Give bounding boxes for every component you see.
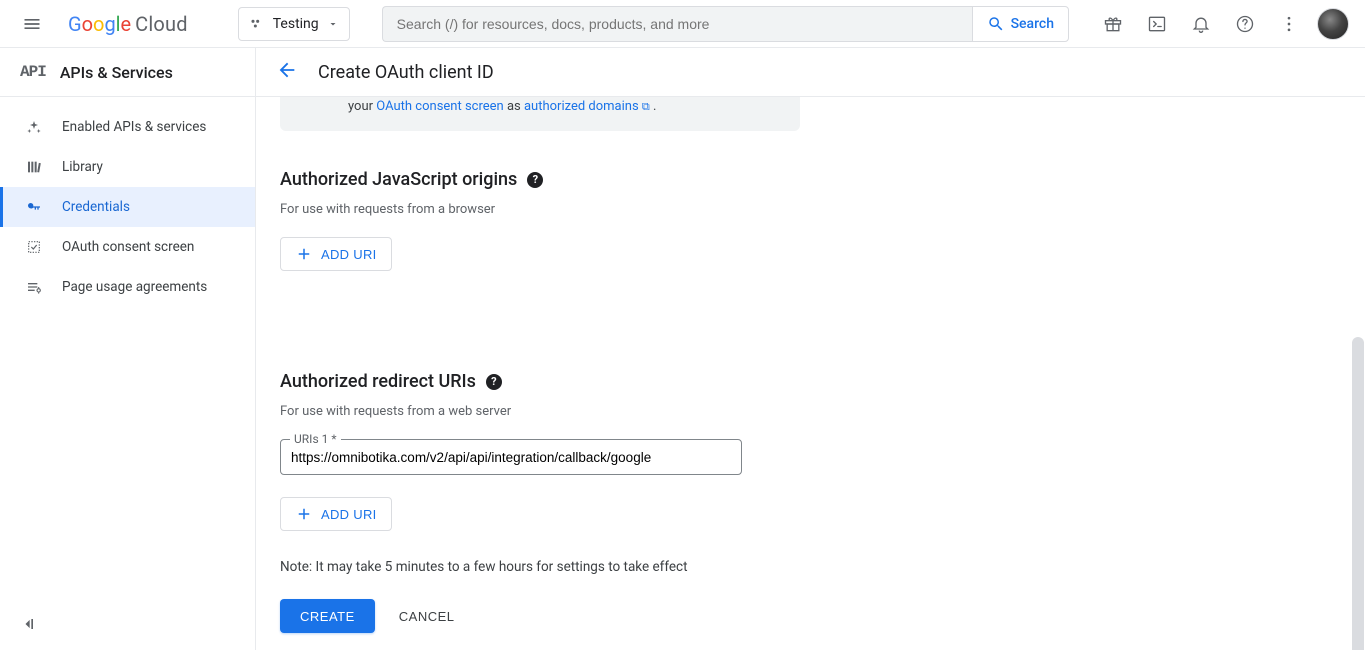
terminal-icon xyxy=(1147,14,1167,34)
sidebar-item-label: Page usage agreements xyxy=(62,279,207,295)
sidebar-item-enabled-apis[interactable]: Enabled APIs & services xyxy=(0,107,255,147)
sidebar: API APIs & Services Enabled APIs & servi… xyxy=(0,48,256,650)
cancel-button[interactable]: CANCEL xyxy=(399,609,455,624)
search-container: Search xyxy=(382,6,1069,42)
redirect-uri-field-1: URIs 1 * xyxy=(280,439,742,475)
hamburger-icon xyxy=(22,14,42,34)
top-navigation: GoogleCloud Testing Search xyxy=(0,0,1365,48)
library-icon xyxy=(26,159,42,175)
key-icon xyxy=(26,199,42,215)
main-menu-button[interactable] xyxy=(8,0,56,48)
collapse-icon xyxy=(18,614,38,634)
arrow-back-icon xyxy=(276,59,298,81)
sidebar-item-oauth-consent[interactable]: OAuth consent screen xyxy=(0,227,255,267)
redirect-uri-label: URIs 1 * xyxy=(290,432,341,446)
redirect-section: Authorized redirect URIs ? For use with … xyxy=(280,371,800,531)
sidebar-item-credentials[interactable]: Credentials xyxy=(0,187,255,227)
caret-down-icon xyxy=(327,18,339,30)
back-button[interactable] xyxy=(276,59,298,85)
cloud-shell-button[interactable] xyxy=(1137,4,1177,44)
more-button[interactable] xyxy=(1269,4,1309,44)
external-link-icon: ⧉ xyxy=(642,100,650,113)
project-selector[interactable]: Testing xyxy=(238,7,350,41)
add-js-origin-button[interactable]: ADD URI xyxy=(280,237,392,271)
js-origins-subtitle: For use with requests from a browser xyxy=(280,202,800,217)
sidebar-item-page-usage[interactable]: Page usage agreements xyxy=(0,267,255,307)
sidebar-product-name: APIs & Services xyxy=(60,63,173,82)
more-vert-icon xyxy=(1279,14,1299,34)
plus-icon xyxy=(295,505,313,523)
sidebar-item-library[interactable]: Library xyxy=(0,147,255,187)
authorized-domains-link[interactable]: authorized domains ⧉ xyxy=(524,99,650,114)
help-button[interactable] xyxy=(1225,4,1265,44)
help-icon xyxy=(1235,14,1255,34)
add-redirect-uri-button[interactable]: ADD URI xyxy=(280,497,392,531)
page-title: Create OAuth client ID xyxy=(318,62,494,83)
scrollbar-track[interactable] xyxy=(1351,97,1365,650)
consent-icon xyxy=(26,239,42,255)
content-scroll[interactable]: your OAuth consent screen as authorized … xyxy=(256,97,1365,650)
google-cloud-logo[interactable]: GoogleCloud xyxy=(64,12,204,36)
project-name: Testing xyxy=(273,16,319,32)
project-icon xyxy=(249,16,265,32)
redirect-uri-input[interactable] xyxy=(280,439,742,475)
propagation-note: Note: It may take 5 minutes to a few hou… xyxy=(280,559,800,575)
js-origins-help[interactable]: ? xyxy=(527,172,543,188)
form-actions: CREATE CANCEL xyxy=(280,599,800,633)
api-logo-icon: API xyxy=(20,63,46,81)
search-button-label: Search xyxy=(1011,16,1054,32)
plus-icon xyxy=(295,245,313,263)
sidebar-item-label: Credentials xyxy=(62,199,130,215)
account-avatar[interactable] xyxy=(1317,8,1349,40)
redirect-title-row: Authorized redirect URIs ? xyxy=(280,371,800,392)
scrollbar-thumb[interactable] xyxy=(1352,337,1364,650)
redirect-subtitle: For use with requests from a web server xyxy=(280,404,800,419)
sidebar-header[interactable]: API APIs & Services xyxy=(0,48,255,97)
search-button[interactable]: Search xyxy=(972,6,1069,42)
redirect-title: Authorized redirect URIs xyxy=(280,371,476,392)
top-utility-icons xyxy=(1093,4,1357,44)
agreements-icon xyxy=(26,279,42,295)
add-uri-label: ADD URI xyxy=(321,247,377,262)
search-input-wrap[interactable] xyxy=(382,6,972,42)
page-layout: API APIs & Services Enabled APIs & servi… xyxy=(0,48,1365,650)
notifications-button[interactable] xyxy=(1181,4,1221,44)
page-header: Create OAuth client ID xyxy=(256,48,1365,97)
content-inner: your OAuth consent screen as authorized … xyxy=(280,97,800,633)
collapse-sidebar-button[interactable] xyxy=(18,614,38,638)
js-origins-title: Authorized JavaScript origins xyxy=(280,169,517,190)
free-trial-button[interactable] xyxy=(1093,4,1133,44)
enabled-apis-icon xyxy=(26,119,42,135)
sidebar-item-label: Library xyxy=(62,159,103,175)
js-origins-title-row: Authorized JavaScript origins ? xyxy=(280,169,800,190)
add-uri-label: ADD URI xyxy=(321,507,377,522)
info-banner-remnant: your OAuth consent screen as authorized … xyxy=(280,97,800,131)
sidebar-item-label: Enabled APIs & services xyxy=(62,119,206,135)
main-area: Create OAuth client ID your OAuth consen… xyxy=(256,48,1365,650)
sidebar-nav: Enabled APIs & services Library Credenti… xyxy=(0,97,255,307)
js-origins-section: Authorized JavaScript origins ? For use … xyxy=(280,169,800,271)
bell-icon xyxy=(1191,14,1211,34)
redirect-help[interactable]: ? xyxy=(486,374,502,390)
oauth-consent-link[interactable]: OAuth consent screen xyxy=(376,99,503,114)
sidebar-item-label: OAuth consent screen xyxy=(62,239,194,255)
search-input[interactable] xyxy=(397,16,958,32)
gift-icon xyxy=(1103,14,1123,34)
search-icon xyxy=(987,15,1005,33)
create-button[interactable]: CREATE xyxy=(280,599,375,633)
